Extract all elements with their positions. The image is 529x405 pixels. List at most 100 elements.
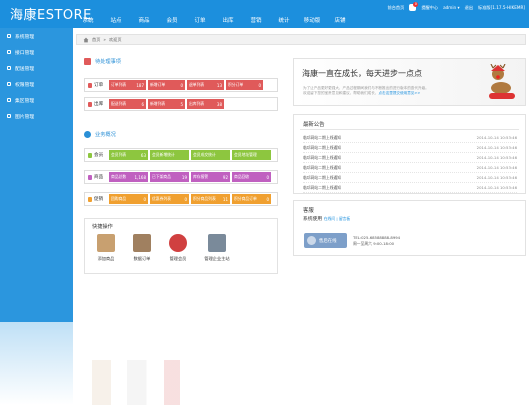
- notice-row[interactable]: 临邛网站二期上线通知 2014-10-14 10:53:46: [303, 173, 517, 183]
- overview-cell[interactable]: 会员新增统计: [150, 150, 189, 160]
- todo-cell[interactable]: 新增订单 0: [148, 80, 185, 90]
- notification-center-link[interactable]: 提醒中心: [421, 5, 438, 11]
- todo-header: 待处理事项: [84, 58, 121, 65]
- nav-item[interactable]: 商品: [130, 16, 158, 26]
- notice-text: 临邛网站二期上线通知: [303, 134, 341, 140]
- nav-item[interactable]: 出库: [214, 16, 242, 26]
- shopping-bag-icon: [97, 234, 115, 252]
- todo-cell[interactable]: 积分订单 0: [226, 80, 263, 90]
- clipboard-icon: [133, 234, 151, 252]
- notice-text: 临邛网站二期上线通知: [303, 144, 341, 150]
- todo-title: 待处理事项: [95, 59, 121, 65]
- todo-row: 订单 订单列表 187 新增订单 0 退单列表 13 积分订单 0: [84, 78, 278, 92]
- overview-cell[interactable]: 商品回收 0: [232, 172, 271, 182]
- todo-cell[interactable]: 退单列表 13: [187, 80, 224, 90]
- version-label: 标准版[1.17.5-HIKEMR]: [478, 4, 525, 10]
- sidebar-item[interactable]: 接口管理: [0, 44, 73, 60]
- cell-count: 0: [143, 196, 146, 202]
- todo-cell[interactable]: 配送列表 6: [109, 99, 146, 109]
- quick-manage-members[interactable]: 管理会员: [161, 234, 195, 262]
- cell-count: 6: [141, 101, 144, 107]
- nav-item[interactable]: 站点: [102, 16, 130, 26]
- sidebar-item-label: 权限管理: [15, 82, 35, 88]
- quick-actions-reflection: [92, 360, 252, 405]
- cell-label: 积分商品订单: [234, 196, 257, 201]
- overview-row-label: 促销: [85, 196, 109, 202]
- divider: [300, 129, 519, 130]
- nav-item[interactable]: 系统: [74, 16, 102, 26]
- quick-item-label: 添加商品: [97, 256, 115, 261]
- breadcrumb-home[interactable]: 首页: [92, 37, 100, 43]
- overview-cell[interactable]: 团购商品 0: [109, 194, 148, 204]
- sidebar-item-label: 系统管理: [15, 34, 35, 40]
- reindeer-icon: [489, 64, 515, 99]
- quick-add-product[interactable]: 添加商品: [89, 234, 123, 262]
- breadcrumb-current: 欢迎页: [108, 36, 122, 42]
- todo-cell[interactable]: 新增列表 5: [148, 99, 185, 109]
- overview-cell[interactable]: 积分商品订单 0: [232, 194, 271, 204]
- online-support-button[interactable]: 售后在线: [304, 233, 347, 248]
- page: 海康ESTORE 系统 站点 商品 会员 订单 出库 营销 统计 移动版 店铺 前台首页 0 提醒…: [0, 0, 529, 405]
- quick-actions-title: 快捷操作: [92, 224, 113, 230]
- overview-cell[interactable]: 会员成交统计: [191, 150, 230, 160]
- sidebar-item[interactable]: 集区管理: [0, 92, 73, 108]
- nav-item[interactable]: 订单: [186, 16, 214, 26]
- overview-cell[interactable]: 已下架商品 19: [150, 172, 189, 182]
- notice-row[interactable]: 临邛网站二期上线通知 2014-10-14 10:53:46: [303, 143, 517, 153]
- nav-item[interactable]: 统计: [270, 16, 298, 26]
- todo-cell[interactable]: 订单列表 187: [109, 80, 146, 90]
- nav-item[interactable]: 移动版: [298, 16, 326, 26]
- overview-row-label: 会员: [85, 152, 109, 158]
- monitor-icon: [208, 234, 226, 252]
- todo-cell[interactable]: 出库列表 38: [187, 99, 224, 109]
- logout-link[interactable]: 退出: [465, 5, 473, 11]
- overview-cell[interactable]: 会员列表 63: [109, 150, 148, 160]
- notice-panel: 最新公告 临邛网站二期上线通知 2014-10-14 10:53:46 临邛网站二期…: [293, 114, 526, 194]
- sidebar-item[interactable]: 系统管理: [0, 28, 73, 44]
- overview-cell[interactable]: 会员地址管理: [232, 150, 271, 160]
- overview-cell[interactable]: 积分商品列表 11: [191, 194, 230, 204]
- overview-cell[interactable]: 库存报警 92: [191, 172, 230, 182]
- row-label-text: 出库: [94, 102, 104, 107]
- cell-label: 会员地址管理: [234, 152, 257, 157]
- row-label-text: 商品: [94, 175, 104, 180]
- quick-manage-site[interactable]: 管理企业主站: [197, 234, 237, 262]
- cell-label: 会员列表: [111, 152, 127, 157]
- user-menu[interactable]: admin ▾: [443, 5, 460, 10]
- sidebar-item[interactable]: 配送管理: [0, 60, 73, 76]
- cell-count: 92: [222, 174, 228, 180]
- breadcrumb-separator: »: [103, 37, 106, 42]
- menu-icon: [7, 82, 11, 86]
- cell-count: 0: [266, 174, 269, 180]
- sidebar-item-label: 接口管理: [15, 50, 35, 56]
- feedback-link[interactable]: 点击这里提交使用意见>>: [378, 91, 420, 95]
- notice-row[interactable]: 临邛网站二期上线通知 2014-10-14 10:53:46: [303, 183, 517, 193]
- nav-item[interactable]: 会员: [158, 16, 186, 26]
- notice-text: 临邛网站二期上线通知: [303, 154, 341, 160]
- cell-label: 商品总数: [111, 174, 127, 179]
- service-subtitle: 系统使用 在线问 | 留言板: [303, 215, 350, 222]
- overview-cell[interactable]: 优惠券列表 0: [150, 194, 189, 204]
- quick-data-orders[interactable]: 数据订单: [125, 234, 159, 262]
- cell-count: 19: [181, 174, 187, 180]
- online-support-label: 售后在线: [319, 238, 337, 244]
- cell-label: 新增订单: [150, 82, 166, 87]
- sidebar-item-label: 图片管理: [15, 114, 35, 120]
- notice-row[interactable]: 临邛网站二期上线通知 2014-10-14 10:53:46: [303, 133, 517, 143]
- bell-icon[interactable]: 0: [409, 2, 419, 11]
- sidebar-item[interactable]: 图片管理: [0, 108, 73, 124]
- nav-item[interactable]: 店铺: [326, 16, 354, 26]
- cell-label: 已下架商品: [152, 174, 171, 179]
- overview-cell[interactable]: 商品总数 1,168: [109, 172, 148, 182]
- overview-row: 会员 会员列表 63 会员新增统计 会员成交统计 会员地址管理: [84, 148, 278, 162]
- cell-label: 会员新增统计: [152, 152, 175, 157]
- nav-item[interactable]: 营销: [242, 16, 270, 26]
- frontend-home-link[interactable]: 前台首页: [388, 5, 405, 11]
- notice-row[interactable]: 临邛网站二期上线通知 2014-10-14 10:53:46: [303, 163, 517, 173]
- row-icon: [88, 174, 92, 180]
- sidebar-item[interactable]: 权限管理: [0, 76, 73, 92]
- notice-row[interactable]: 临邛网站二期上线通知 2014-10-14 10:53:46: [303, 153, 517, 163]
- top-links: 前台首页 0 提醒中心 admin ▾ 退出 标准版[1.17.5-HIKEMR…: [388, 2, 525, 11]
- sidebar: 系统管理接口管理配送管理权限管理集区管理图片管理: [0, 28, 73, 322]
- service-links[interactable]: 在线问 | 留言板: [324, 216, 350, 221]
